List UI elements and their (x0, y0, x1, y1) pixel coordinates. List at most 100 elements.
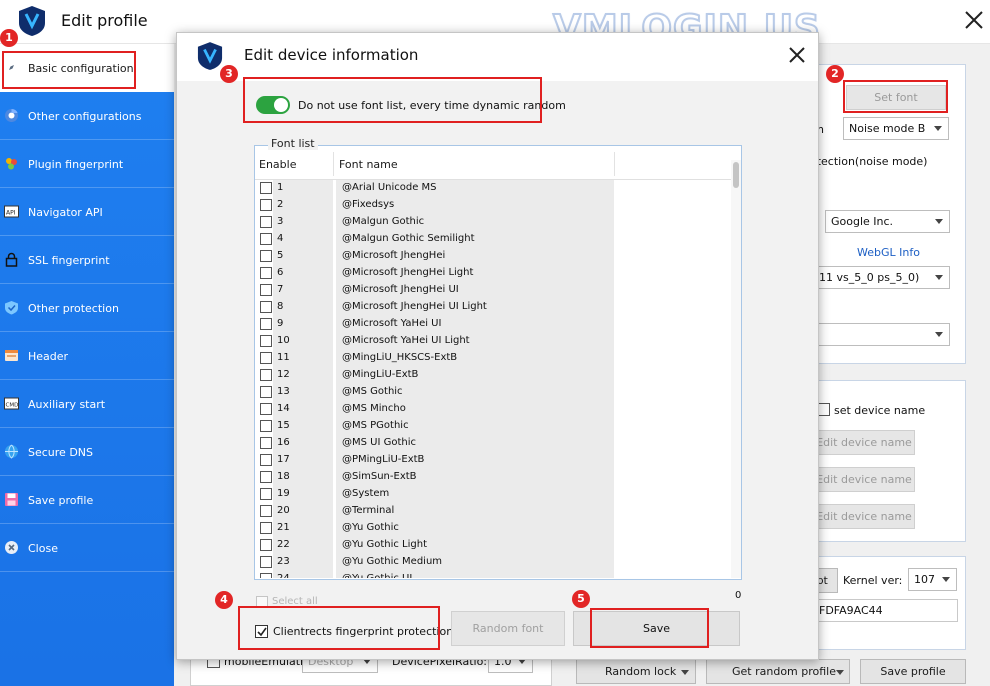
dynamic-font-toggle[interactable] (256, 96, 290, 114)
font-enable-checkbox[interactable] (260, 335, 272, 347)
chevron-down-icon (935, 275, 943, 280)
font-enable-checkbox[interactable] (260, 488, 272, 500)
font-row[interactable]: 24 @Yu Gothic UI (255, 571, 731, 578)
webgl-renderer-select[interactable]: 11 vs_5_0 ps_5_0) (813, 266, 950, 289)
font-row[interactable]: 11 @MingLiU_HKSCS-ExtB (255, 350, 731, 367)
empty-select[interactable] (813, 323, 950, 346)
font-row[interactable]: 16 @MS UI Gothic (255, 435, 731, 452)
font-enable-checkbox[interactable] (260, 403, 272, 415)
font-row[interactable]: 21 @Yu Gothic (255, 520, 731, 537)
font-index: 5 (277, 250, 284, 261)
edit-device-name-button-3[interactable]: Edit device name (813, 504, 915, 529)
sidebar-item-navigator-api[interactable]: API Navigator API (0, 188, 174, 236)
webgl-info-link[interactable]: WebGL Info (857, 246, 920, 259)
noise-mode-select[interactable]: Noise mode B (843, 117, 949, 140)
font-row[interactable]: 15 @MS PGothic (255, 418, 731, 435)
font-row[interactable]: 19 @System (255, 486, 731, 503)
webgl-vendor-select[interactable]: Google Inc. (825, 210, 950, 233)
font-row[interactable]: 12 @MingLiU-ExtB (255, 367, 731, 384)
edit-device-name-button-2[interactable]: Edit device name (813, 467, 915, 492)
font-enable-checkbox[interactable] (260, 182, 272, 194)
font-row[interactable]: 3 @Malgun Gothic (255, 214, 731, 231)
font-row[interactable]: 6 @Microsoft JhengHei Light (255, 265, 731, 282)
sidebar-item-other-configurations[interactable]: Other configurations (0, 92, 174, 140)
font-enable-checkbox[interactable] (260, 573, 272, 578)
font-enable-checkbox[interactable] (260, 250, 272, 262)
font-enable-checkbox[interactable] (260, 267, 272, 279)
font-row[interactable]: 22 @Yu Gothic Light (255, 537, 731, 554)
font-enable-checkbox[interactable] (260, 369, 272, 381)
font-list-scrollbar[interactable] (731, 160, 741, 578)
dialog-close-icon[interactable] (787, 45, 807, 65)
random-font-button[interactable]: Random font (451, 611, 565, 646)
scrollbar-thumb[interactable] (733, 162, 739, 188)
callout-badge-5: 5 (572, 590, 590, 608)
dialog-save-button[interactable]: Save (573, 611, 740, 646)
font-name: @Malgun Gothic Semilight (342, 233, 475, 244)
sidebar-item-save-profile[interactable]: Save profile (0, 476, 174, 524)
hash-input[interactable]: FDFA9AC44 (813, 599, 958, 622)
sidebar-item-auxiliary-start[interactable]: CMD Auxiliary start (0, 380, 174, 428)
font-enable-checkbox[interactable] (260, 216, 272, 228)
font-enable-checkbox[interactable] (260, 386, 272, 398)
font-enable-checkbox[interactable] (260, 352, 272, 364)
font-row[interactable]: 4 @Malgun Gothic Semilight (255, 231, 731, 248)
select-all-checkbox[interactable] (256, 596, 268, 608)
font-enable-checkbox[interactable] (260, 420, 272, 432)
font-enable-checkbox[interactable] (260, 301, 272, 313)
font-enable-checkbox[interactable] (260, 454, 272, 466)
sidebar-item-other-protection[interactable]: Other protection (0, 284, 174, 332)
font-row[interactable]: 10 @Microsoft YaHei UI Light (255, 333, 731, 350)
font-row[interactable]: 23 @Yu Gothic Medium (255, 554, 731, 571)
callout-badge-1: 1 (0, 29, 18, 47)
font-row[interactable]: 7 @Microsoft JhengHei UI (255, 282, 731, 299)
font-enable-checkbox[interactable] (260, 284, 272, 296)
font-name: @MingLiU-ExtB (342, 369, 419, 380)
font-index: 8 (277, 301, 284, 312)
font-row[interactable]: 2 @Fixedsys (255, 197, 731, 214)
font-row[interactable]: 9 @Microsoft YaHei UI (255, 316, 731, 333)
clientrects-checkbox[interactable] (255, 625, 268, 638)
kernel-version-select[interactable]: 107 (908, 568, 957, 591)
font-index: 15 (277, 420, 290, 431)
get-random-profile-button[interactable]: Get random profile (706, 659, 850, 684)
font-enable-checkbox[interactable] (260, 505, 272, 517)
chevron-down-icon (942, 577, 950, 582)
font-enable-checkbox[interactable] (260, 556, 272, 568)
font-enable-checkbox[interactable] (260, 199, 272, 211)
font-row[interactable]: 17 @PMingLiU-ExtB (255, 452, 731, 469)
font-row[interactable]: 18 @SimSun-ExtB (255, 469, 731, 486)
font-list-header: Enable Font name (255, 146, 741, 180)
random-lock-button[interactable]: Random lock (576, 659, 696, 684)
sidebar-item-basic-configuration[interactable]: Basic configuration (0, 44, 174, 92)
dynamic-font-toggle-label: Do not use font list, every time dynamic… (298, 99, 566, 112)
font-index: 14 (277, 403, 290, 414)
sidebar-item-plugin-fingerprint[interactable]: Plugin fingerprint (0, 140, 174, 188)
font-row[interactable]: 14 @MS Mincho (255, 401, 731, 418)
sidebar-item-close[interactable]: Close (0, 524, 174, 572)
sidebar-item-header[interactable]: Header (0, 332, 174, 380)
sidebar-item-secure-dns[interactable]: Secure DNS (0, 428, 174, 476)
save-profile-button[interactable]: Save profile (860, 659, 966, 684)
font-enable-checkbox[interactable] (260, 522, 272, 534)
edit-device-name-button-1[interactable]: Edit device name (813, 430, 915, 455)
font-enable-checkbox[interactable] (260, 539, 272, 551)
font-row[interactable]: 13 @MS Gothic (255, 384, 731, 401)
window-close-icon[interactable] (962, 8, 986, 32)
font-row[interactable]: 1 @Arial Unicode MS (255, 180, 731, 197)
font-name: @Microsoft YaHei UI Light (342, 335, 470, 346)
font-row[interactable]: 8 @Microsoft JhengHei UI Light (255, 299, 731, 316)
set-font-button[interactable]: Set font (846, 85, 946, 110)
lock-icon (5, 252, 18, 267)
close-circle-icon (5, 541, 18, 554)
font-row[interactable]: 20 @Terminal (255, 503, 731, 520)
app-logo-icon (19, 6, 45, 36)
font-enable-checkbox[interactable] (260, 437, 272, 449)
font-row[interactable]: 5 @Microsoft JhengHei (255, 248, 731, 265)
font-name: @SimSun-ExtB (342, 471, 417, 482)
font-index: 1 (277, 182, 284, 193)
sidebar-item-ssl-fingerprint[interactable]: SSL fingerprint (0, 236, 174, 284)
font-enable-checkbox[interactable] (260, 318, 272, 330)
font-enable-checkbox[interactable] (260, 471, 272, 483)
font-enable-checkbox[interactable] (260, 233, 272, 245)
